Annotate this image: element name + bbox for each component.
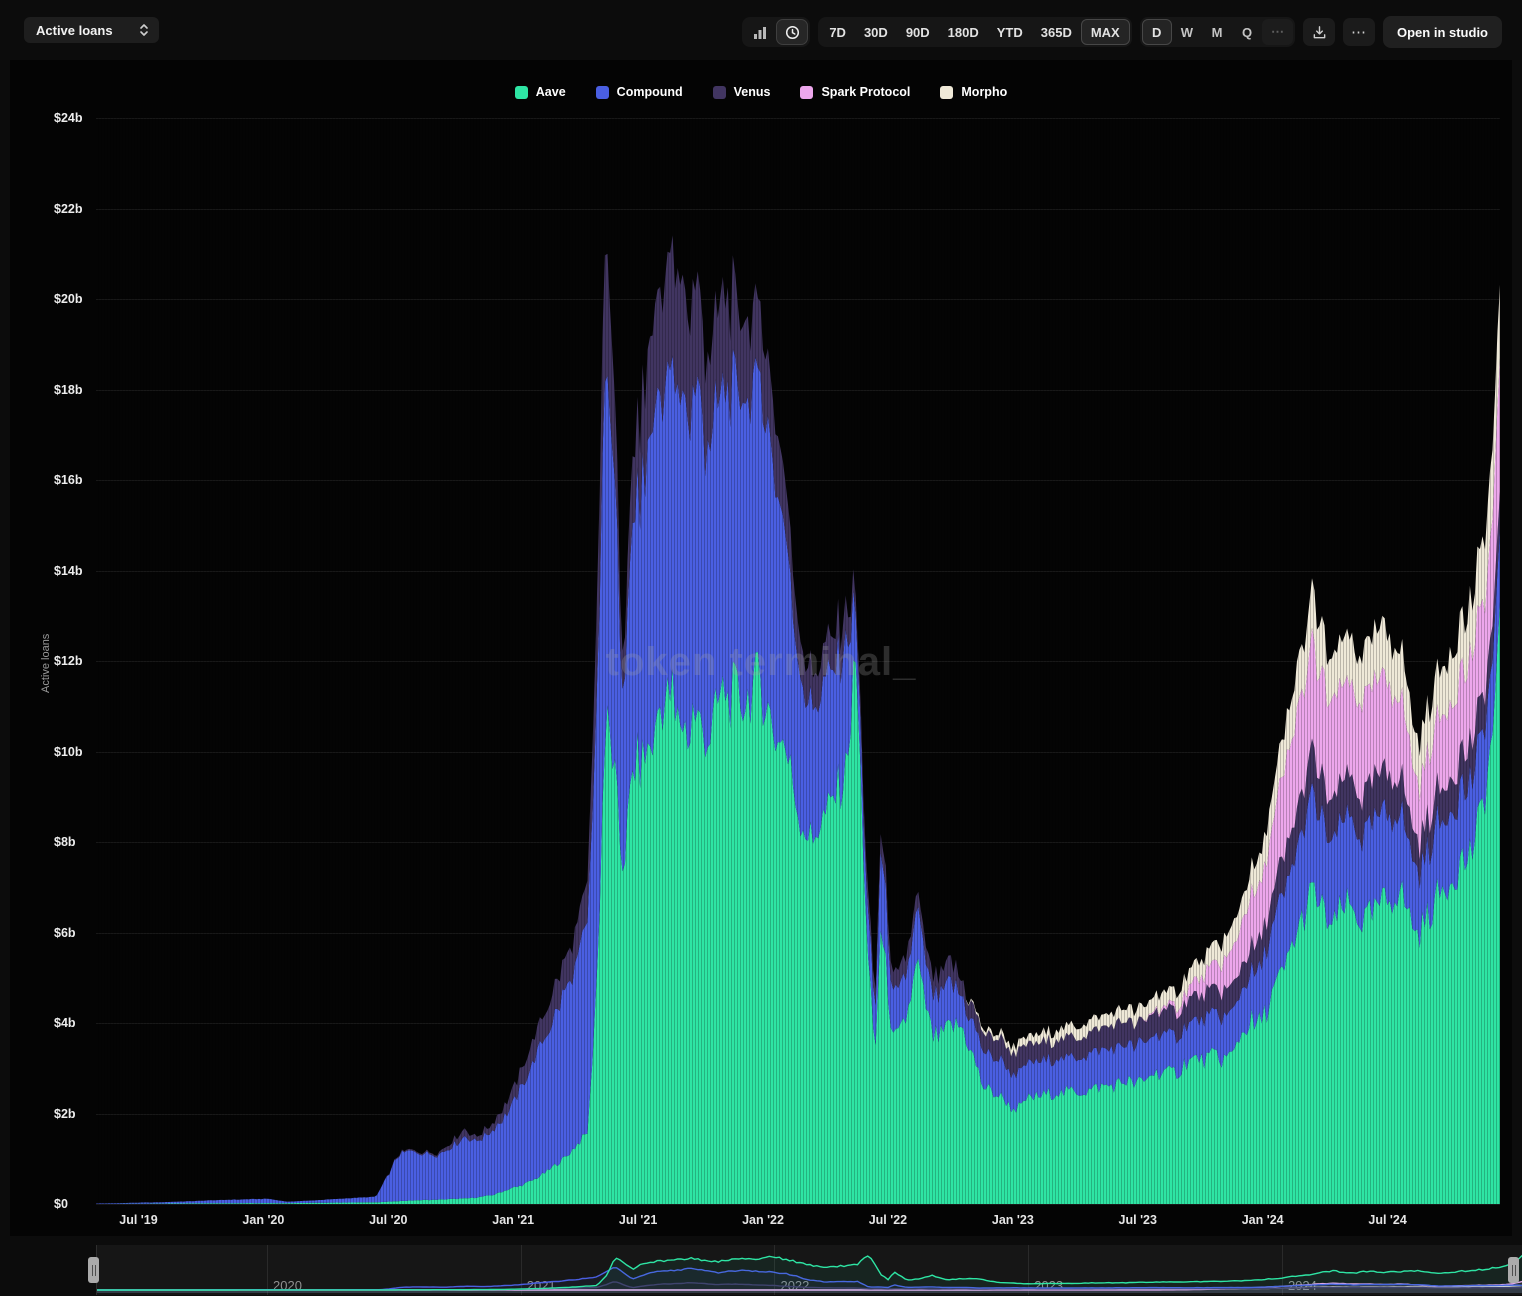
minimap[interactable]: 20202021202220232024 <box>96 1245 1522 1295</box>
legend-swatch <box>596 86 609 99</box>
bar-chart-view-button[interactable] <box>744 19 776 45</box>
clock-icon <box>785 25 800 40</box>
range-button-ytd[interactable]: YTD <box>988 19 1032 45</box>
y-axis-tick: $12b <box>54 654 83 668</box>
chevron-up-down-icon <box>139 23 149 37</box>
range-button-30d[interactable]: 30D <box>855 19 897 45</box>
x-axis-tick: Jul '20 <box>369 1213 407 1227</box>
more-options-button[interactable]: ⋯ <box>1343 18 1375 46</box>
y-axis-tick: $4b <box>54 1016 76 1030</box>
range-button-180d[interactable]: 180D <box>939 19 988 45</box>
x-axis-tick: Jan '23 <box>992 1213 1034 1227</box>
x-axis-tick: Jul '19 <box>119 1213 157 1227</box>
y-axis-tick: $6b <box>54 926 76 940</box>
date-range-group: 7D30D90D180DYTD365DMAX <box>818 17 1131 47</box>
x-axis-tick: Jan '21 <box>492 1213 534 1227</box>
metric-dropdown-label: Active loans <box>36 23 113 38</box>
legend-swatch <box>515 86 528 99</box>
granularity-button-q[interactable]: Q <box>1232 19 1262 45</box>
open-in-studio-label: Open in studio <box>1397 25 1488 40</box>
legend-item-compound[interactable]: Compound <box>596 85 683 99</box>
minimap-fill-aave <box>97 1255 1522 1293</box>
view-toggle-group <box>742 17 810 47</box>
minimap-chart <box>97 1247 1522 1293</box>
granularity-button-m[interactable]: M <box>1202 19 1232 45</box>
range-button-90d[interactable]: 90D <box>897 19 939 45</box>
download-button[interactable] <box>1303 18 1335 46</box>
chart-toolbar: 7D30D90D180DYTD365DMAX DWMQ⋯ ⋯ Open in s… <box>742 16 1502 48</box>
legend-swatch <box>940 86 953 99</box>
legend-swatch <box>713 86 726 99</box>
granularity-group: DWMQ⋯ <box>1140 17 1295 47</box>
y-axis-tick: $8b <box>54 835 76 849</box>
minimap-left-handle[interactable] <box>88 1257 99 1283</box>
chart-legend: Aave Compound Venus Spark Protocol Morpho <box>10 85 1512 99</box>
granularity-more-button[interactable]: ⋯ <box>1262 19 1293 45</box>
legend-item-venus[interactable]: Venus <box>713 85 771 99</box>
y-axis-tick: $20b <box>54 292 83 306</box>
chart-panel: Aave Compound Venus Spark Protocol Morpho $0… <box>10 60 1512 1236</box>
granularity-button-w[interactable]: W <box>1172 19 1202 45</box>
y-axis-tick: $14b <box>54 564 83 578</box>
x-axis-tick: Jul '23 <box>1119 1213 1157 1227</box>
y-axis-tick: $22b <box>54 202 83 216</box>
top-toolbar: Active loans <box>0 0 1522 60</box>
minimap-right-handle[interactable] <box>1508 1257 1519 1283</box>
time-series-view-button[interactable] <box>776 19 808 45</box>
stacked-area-chart[interactable] <box>96 118 1500 1204</box>
x-axis-tick: Jan '20 <box>242 1213 284 1227</box>
metric-dropdown[interactable]: Active loans <box>24 17 159 43</box>
range-button-365d[interactable]: 365D <box>1032 19 1081 45</box>
range-button-max[interactable]: MAX <box>1081 19 1130 45</box>
y-axis-tick: $10b <box>54 745 83 759</box>
x-axis-tick: Jul '21 <box>619 1213 657 1227</box>
page-background: Active loans <box>0 0 1522 1296</box>
h-gridline <box>96 1204 1500 1205</box>
y-axis-title: Active loans <box>40 634 52 693</box>
legend-label: Compound <box>617 85 683 99</box>
x-axis-tick: Jan '22 <box>742 1213 784 1227</box>
y-axis-tick: $0 <box>54 1197 68 1211</box>
y-axis-tick: $18b <box>54 383 83 397</box>
open-in-studio-button[interactable]: Open in studio <box>1383 16 1502 48</box>
legend-item-morpho[interactable]: Morpho <box>940 85 1007 99</box>
y-axis-tick: $16b <box>54 473 83 487</box>
range-button-7d[interactable]: 7D <box>820 19 855 45</box>
legend-label: Aave <box>536 85 566 99</box>
y-axis-tick: $2b <box>54 1107 76 1121</box>
y-axis-tick: $24b <box>54 111 83 125</box>
x-axis-tick: Jan '24 <box>1242 1213 1284 1227</box>
bar-chart-icon <box>753 26 767 39</box>
x-axis-tick: Jul '24 <box>1368 1213 1406 1227</box>
legend-swatch <box>800 86 813 99</box>
legend-item-spark-protocol[interactable]: Spark Protocol <box>800 85 910 99</box>
more-icon: ⋯ <box>1351 23 1367 41</box>
x-axis-tick: Jul '22 <box>869 1213 907 1227</box>
granularity-button-d[interactable]: D <box>1142 19 1172 45</box>
download-icon <box>1312 25 1327 40</box>
legend-label: Morpho <box>961 85 1007 99</box>
legend-item-aave[interactable]: Aave <box>515 85 566 99</box>
legend-label: Venus <box>734 85 771 99</box>
legend-label: Spark Protocol <box>821 85 910 99</box>
